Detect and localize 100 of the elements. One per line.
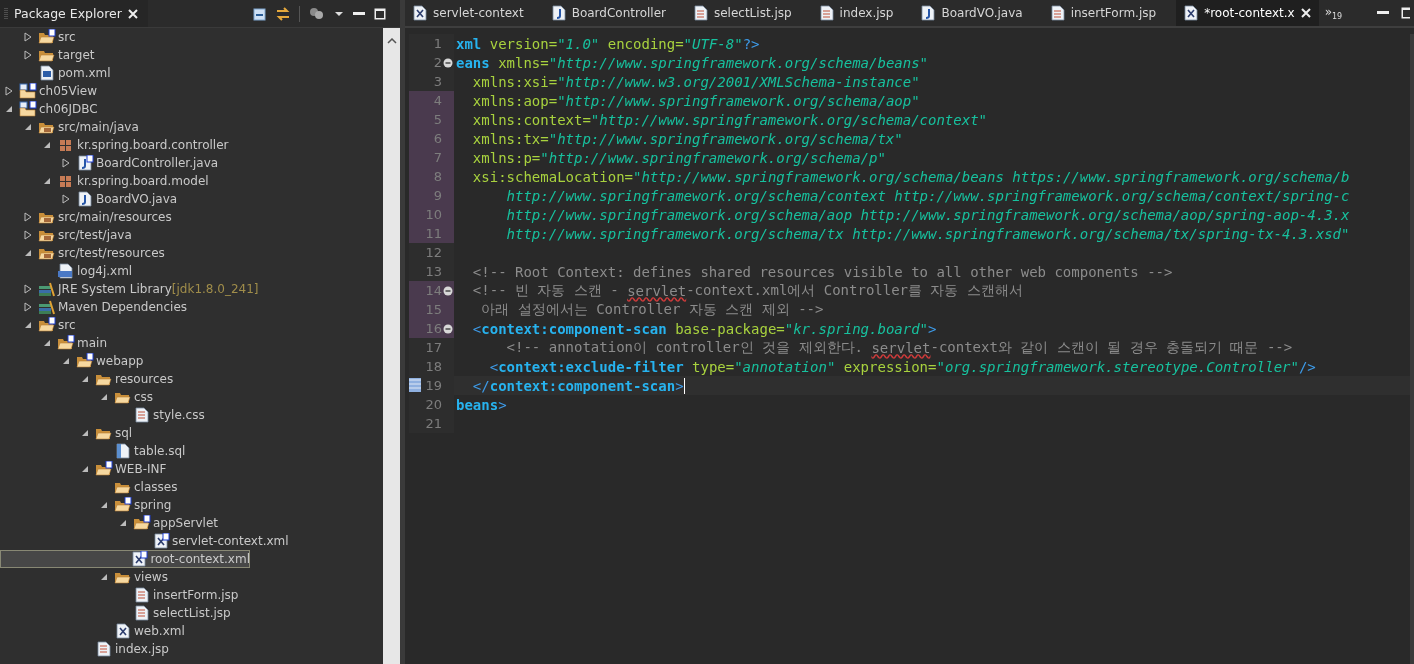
tree-item[interactable]: main (0, 334, 383, 352)
expanded-arrow-icon[interactable] (119, 519, 127, 527)
tree-item[interactable]: kr.spring.board.controller (0, 136, 383, 154)
xml-file-icon (130, 551, 149, 567)
expanded-arrow-icon[interactable] (5, 105, 13, 113)
minimize-icon[interactable] (1377, 11, 1389, 15)
tree-item[interactable]: insertForm.jsp (0, 586, 383, 604)
expanded-arrow-icon[interactable] (81, 429, 89, 437)
tree-item[interactable]: ch05View (0, 82, 383, 100)
view-title: Package Explorer (14, 6, 122, 21)
tree-item[interactable]: web.xml (0, 622, 383, 640)
expanded-arrow-icon[interactable] (81, 465, 89, 473)
tree-item[interactable]: target (0, 46, 383, 64)
editor-tab[interactable]: BoardController (543, 0, 686, 26)
filter-icon[interactable] (309, 6, 325, 21)
collapse-fold-icon[interactable] (443, 285, 453, 296)
collapsed-arrow-icon[interactable] (24, 212, 32, 222)
tree-item[interactable]: BoardController.java (0, 154, 383, 172)
tree-item[interactable]: JRE System Library[jdk1.8.0_241] (0, 280, 383, 298)
code-line: xmlns:p="http://www.springframework.org/schema/p" (471, 149, 886, 166)
link-arrows-icon[interactable] (276, 6, 290, 21)
tree-item[interactable]: classes (0, 478, 383, 496)
editor-tab[interactable]: servlet-context (405, 0, 544, 26)
collapse-fold-icon[interactable] (443, 57, 453, 68)
tree-item[interactable]: views (0, 568, 383, 586)
tree-item[interactable]: WEB-INF (0, 460, 383, 478)
tree-item[interactable]: src (0, 28, 383, 46)
code-line: xmlns:tx="http://www.springframework.org/schema/tx" (471, 130, 903, 147)
expanded-arrow-icon[interactable] (43, 141, 51, 149)
line-number: 19 (425, 378, 442, 393)
expanded-arrow-icon[interactable] (43, 177, 51, 185)
tree-item[interactable]: log4j.xml (0, 262, 383, 280)
scrollbar[interactable] (383, 28, 400, 664)
maximize-icon[interactable] (1401, 7, 1410, 19)
line-number: 15 (425, 302, 442, 317)
scroll-up-icon[interactable] (386, 38, 397, 44)
collapsed-arrow-icon[interactable] (24, 50, 32, 60)
tree-item[interactable]: BoardVO.java (0, 190, 383, 208)
collapsed-arrow-icon[interactable] (24, 284, 32, 294)
line-number: 9 (433, 188, 442, 203)
tree-item[interactable]: resources (0, 370, 383, 388)
tree-item[interactable]: index.jsp (0, 640, 383, 658)
folder-icon (57, 335, 75, 351)
expanded-arrow-icon[interactable] (100, 393, 108, 401)
tree-item[interactable]: css (0, 388, 383, 406)
code-line: <!-- annotation이 controller인 것을 제외한다. servlet-context와 같이 스캔이 될 경우 충돌되기 때문 --> (505, 338, 1293, 357)
tree-item[interactable]: webapp (0, 352, 383, 370)
line-number: 17 (425, 340, 442, 355)
tree-item[interactable]: src/main/resources (0, 208, 383, 226)
collapsed-arrow-icon[interactable] (5, 86, 13, 96)
view-tab[interactable]: Package Explorer (0, 0, 148, 27)
collapsed-arrow-icon[interactable] (24, 230, 32, 240)
line-number: 6 (433, 131, 442, 146)
tree-item[interactable]: selectList.jsp (0, 604, 383, 622)
collapsed-arrow-icon[interactable] (24, 32, 32, 42)
tree-item[interactable]: root-context.xml (0, 550, 250, 568)
tree-item[interactable]: style.css (0, 406, 383, 424)
tree-item[interactable]: sql (0, 424, 383, 442)
tree-item[interactable]: ch06JDBC (0, 100, 383, 118)
expanded-arrow-icon[interactable] (81, 375, 89, 383)
tree-item[interactable]: pom.xml (0, 64, 383, 82)
line-number: 1 (433, 36, 442, 51)
tree-item[interactable]: src (0, 316, 383, 334)
tree-item[interactable]: kr.spring.board.model (0, 172, 383, 190)
collapse-fold-icon[interactable] (443, 323, 453, 334)
expanded-arrow-icon[interactable] (24, 321, 32, 329)
tree-item[interactable]: servlet-context.xml (0, 532, 383, 550)
more-tabs-button[interactable]: »$_{19}$ (1318, 4, 1349, 22)
minimize-icon[interactable] (353, 11, 365, 16)
expanded-arrow-icon[interactable] (100, 501, 108, 509)
close-icon[interactable] (1300, 8, 1311, 18)
tree-item[interactable]: Maven Dependencies (0, 298, 383, 316)
collapse-all-icon[interactable] (253, 6, 267, 21)
tree-item[interactable]: src/test/resources (0, 244, 383, 262)
view-menu-icon[interactable] (334, 10, 344, 17)
expanded-arrow-icon[interactable] (24, 249, 32, 257)
line-number: 7 (433, 150, 442, 165)
editor-tab[interactable]: *root-context.x (1176, 0, 1319, 26)
collapsed-arrow-icon[interactable] (62, 158, 70, 168)
tree-item[interactable]: table.sql (0, 442, 383, 460)
collapsed-arrow-icon[interactable] (62, 194, 70, 204)
editor-tab[interactable]: insertForm.jsp (1042, 0, 1177, 26)
editor-tab[interactable]: selectList.jsp (685, 0, 812, 26)
editor-tab[interactable]: index.jsp (811, 0, 914, 26)
close-icon[interactable] (127, 8, 138, 19)
tree-item[interactable]: src/main/java (0, 118, 383, 136)
expanded-arrow-icon[interactable] (62, 357, 70, 365)
maximize-icon[interactable] (374, 7, 386, 20)
tree-item[interactable]: spring (0, 496, 383, 514)
expanded-arrow-icon[interactable] (43, 339, 51, 347)
collapsed-arrow-icon[interactable] (24, 302, 32, 312)
tree-item[interactable]: appServlet (0, 514, 383, 532)
code-line: beans> (455, 396, 507, 413)
editor-tab[interactable]: BoardVO.java (913, 0, 1043, 26)
file-icon (133, 407, 151, 423)
expanded-arrow-icon[interactable] (24, 123, 32, 131)
tree-item[interactable]: src/test/java (0, 226, 383, 244)
file-icon (38, 65, 56, 81)
expanded-arrow-icon[interactable] (100, 573, 108, 581)
file-icon (133, 605, 151, 621)
